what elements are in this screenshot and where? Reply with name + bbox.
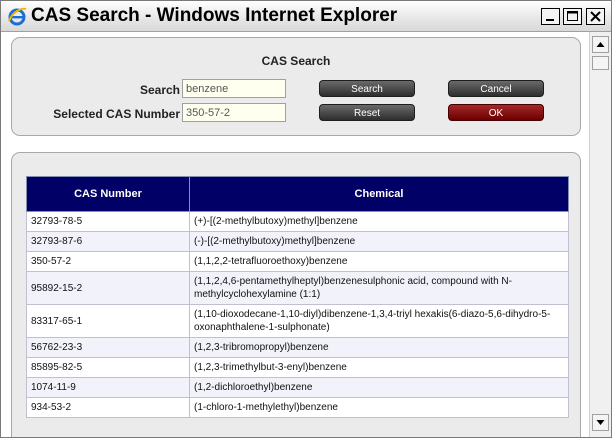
minimize-icon bbox=[546, 19, 554, 21]
scrollbar-thumb[interactable] bbox=[592, 56, 609, 70]
search-input[interactable] bbox=[182, 79, 286, 98]
results-table: CAS Number Chemical 32793-78-5 (+)-[(2-me… bbox=[26, 176, 569, 418]
chemical-cell: (1,2,3-trimethylbut-3-enyl)benzene bbox=[189, 357, 569, 378]
cas-cell: 95892-15-2 bbox=[26, 271, 190, 305]
chemical-cell: (+)-[(2-methylbutoxy)methyl]benzene bbox=[189, 211, 569, 232]
cas-cell: 350-57-2 bbox=[26, 251, 190, 272]
selected-cas-input[interactable] bbox=[182, 103, 286, 122]
chemical-cell: (1,2-dichloroethyl)benzene bbox=[189, 377, 569, 398]
internet-explorer-icon bbox=[8, 7, 27, 26]
title-bar: CAS Search - Windows Internet Explorer bbox=[1, 1, 611, 32]
chemical-cell: (1,10-dioxodecane-1,10-diyl)dibenzene-1,… bbox=[189, 304, 569, 338]
chemical-cell: (1,2,3-tribromopropyl)benzene bbox=[189, 337, 569, 358]
scroll-down-button[interactable] bbox=[592, 414, 609, 431]
cas-cell: 1074-11-9 bbox=[26, 377, 190, 398]
table-row[interactable]: 934-53-2 (1-chloro-1-methylethyl)benzene bbox=[26, 397, 569, 418]
close-icon bbox=[590, 11, 601, 22]
browser-window: CAS Search - Windows Internet Explorer C… bbox=[0, 0, 612, 438]
results-panel: CAS Number Chemical 32793-78-5 (+)-[(2-me… bbox=[11, 152, 581, 437]
cas-cell: 56762-23-3 bbox=[26, 337, 190, 358]
vertical-scrollbar[interactable] bbox=[589, 32, 611, 437]
table-row[interactable]: 1074-11-9 (1,2-dichloroethyl)benzene bbox=[26, 377, 569, 398]
selected-cas-label: Selected CAS Number bbox=[53, 107, 180, 121]
chemical-header: Chemical bbox=[189, 176, 569, 212]
arrow-down-icon bbox=[596, 420, 605, 425]
cancel-button[interactable]: Cancel bbox=[448, 80, 544, 97]
scroll-up-button[interactable] bbox=[592, 36, 609, 53]
search-panel: CAS Search Search Selected CAS Number Se… bbox=[11, 37, 581, 136]
cas-cell: 32793-78-5 bbox=[26, 211, 190, 232]
chemical-cell: (1-chloro-1-methylethyl)benzene bbox=[189, 397, 569, 418]
search-button[interactable]: Search bbox=[319, 80, 415, 97]
reset-button[interactable]: Reset bbox=[319, 104, 415, 121]
chemical-cell: (1,1,2,2-tetrafluoroethoxy)benzene bbox=[189, 251, 569, 272]
cas-number-header: CAS Number bbox=[26, 176, 190, 212]
table-row[interactable]: 95892-15-2 (1,1,2,4,6-pentamethylheptyl)b… bbox=[26, 271, 569, 305]
maximize-button[interactable] bbox=[563, 8, 582, 25]
table-row[interactable]: 32793-78-5 (+)-[(2-methylbutoxy)methyl]be… bbox=[26, 211, 569, 232]
search-label: Search bbox=[139, 83, 180, 97]
chemical-cell: (-)-[(2-methylbutoxy)methyl]benzene bbox=[189, 231, 569, 252]
minimize-button[interactable] bbox=[541, 8, 560, 25]
table-header-row: CAS Number Chemical bbox=[26, 176, 569, 212]
table-row[interactable]: 83317-65-1 (1,10-dioxodecane-1,10-diyl)di… bbox=[26, 304, 569, 338]
window-title: CAS Search - Windows Internet Explorer bbox=[31, 5, 398, 26]
table-row[interactable]: 350-57-2 (1,1,2,2-tetrafluoroethoxy)benze… bbox=[26, 251, 569, 272]
chemical-cell: (1,1,2,4,6-pentamethylheptyl)benzenesulp… bbox=[189, 271, 569, 305]
table-row[interactable]: 85895-82-5 (1,2,3-trimethylbut-3-enyl)ben… bbox=[26, 357, 569, 378]
table-row[interactable]: 56762-23-3 (1,2,3-tribromopropyl)benzene bbox=[26, 337, 569, 358]
cas-cell: 85895-82-5 bbox=[26, 357, 190, 378]
cas-cell: 934-53-2 bbox=[26, 397, 190, 418]
arrow-up-icon bbox=[596, 42, 605, 47]
close-button[interactable] bbox=[586, 8, 605, 25]
cas-cell: 83317-65-1 bbox=[26, 304, 190, 338]
page-content: CAS Search Search Selected CAS Number Se… bbox=[1, 32, 589, 437]
maximize-icon bbox=[567, 11, 578, 21]
ok-button[interactable]: OK bbox=[448, 104, 544, 121]
cas-cell: 32793-87-6 bbox=[26, 231, 190, 252]
panel-title: CAS Search bbox=[261, 54, 331, 68]
table-row[interactable]: 32793-87-6 (-)-[(2-methylbutoxy)methyl]be… bbox=[26, 231, 569, 252]
